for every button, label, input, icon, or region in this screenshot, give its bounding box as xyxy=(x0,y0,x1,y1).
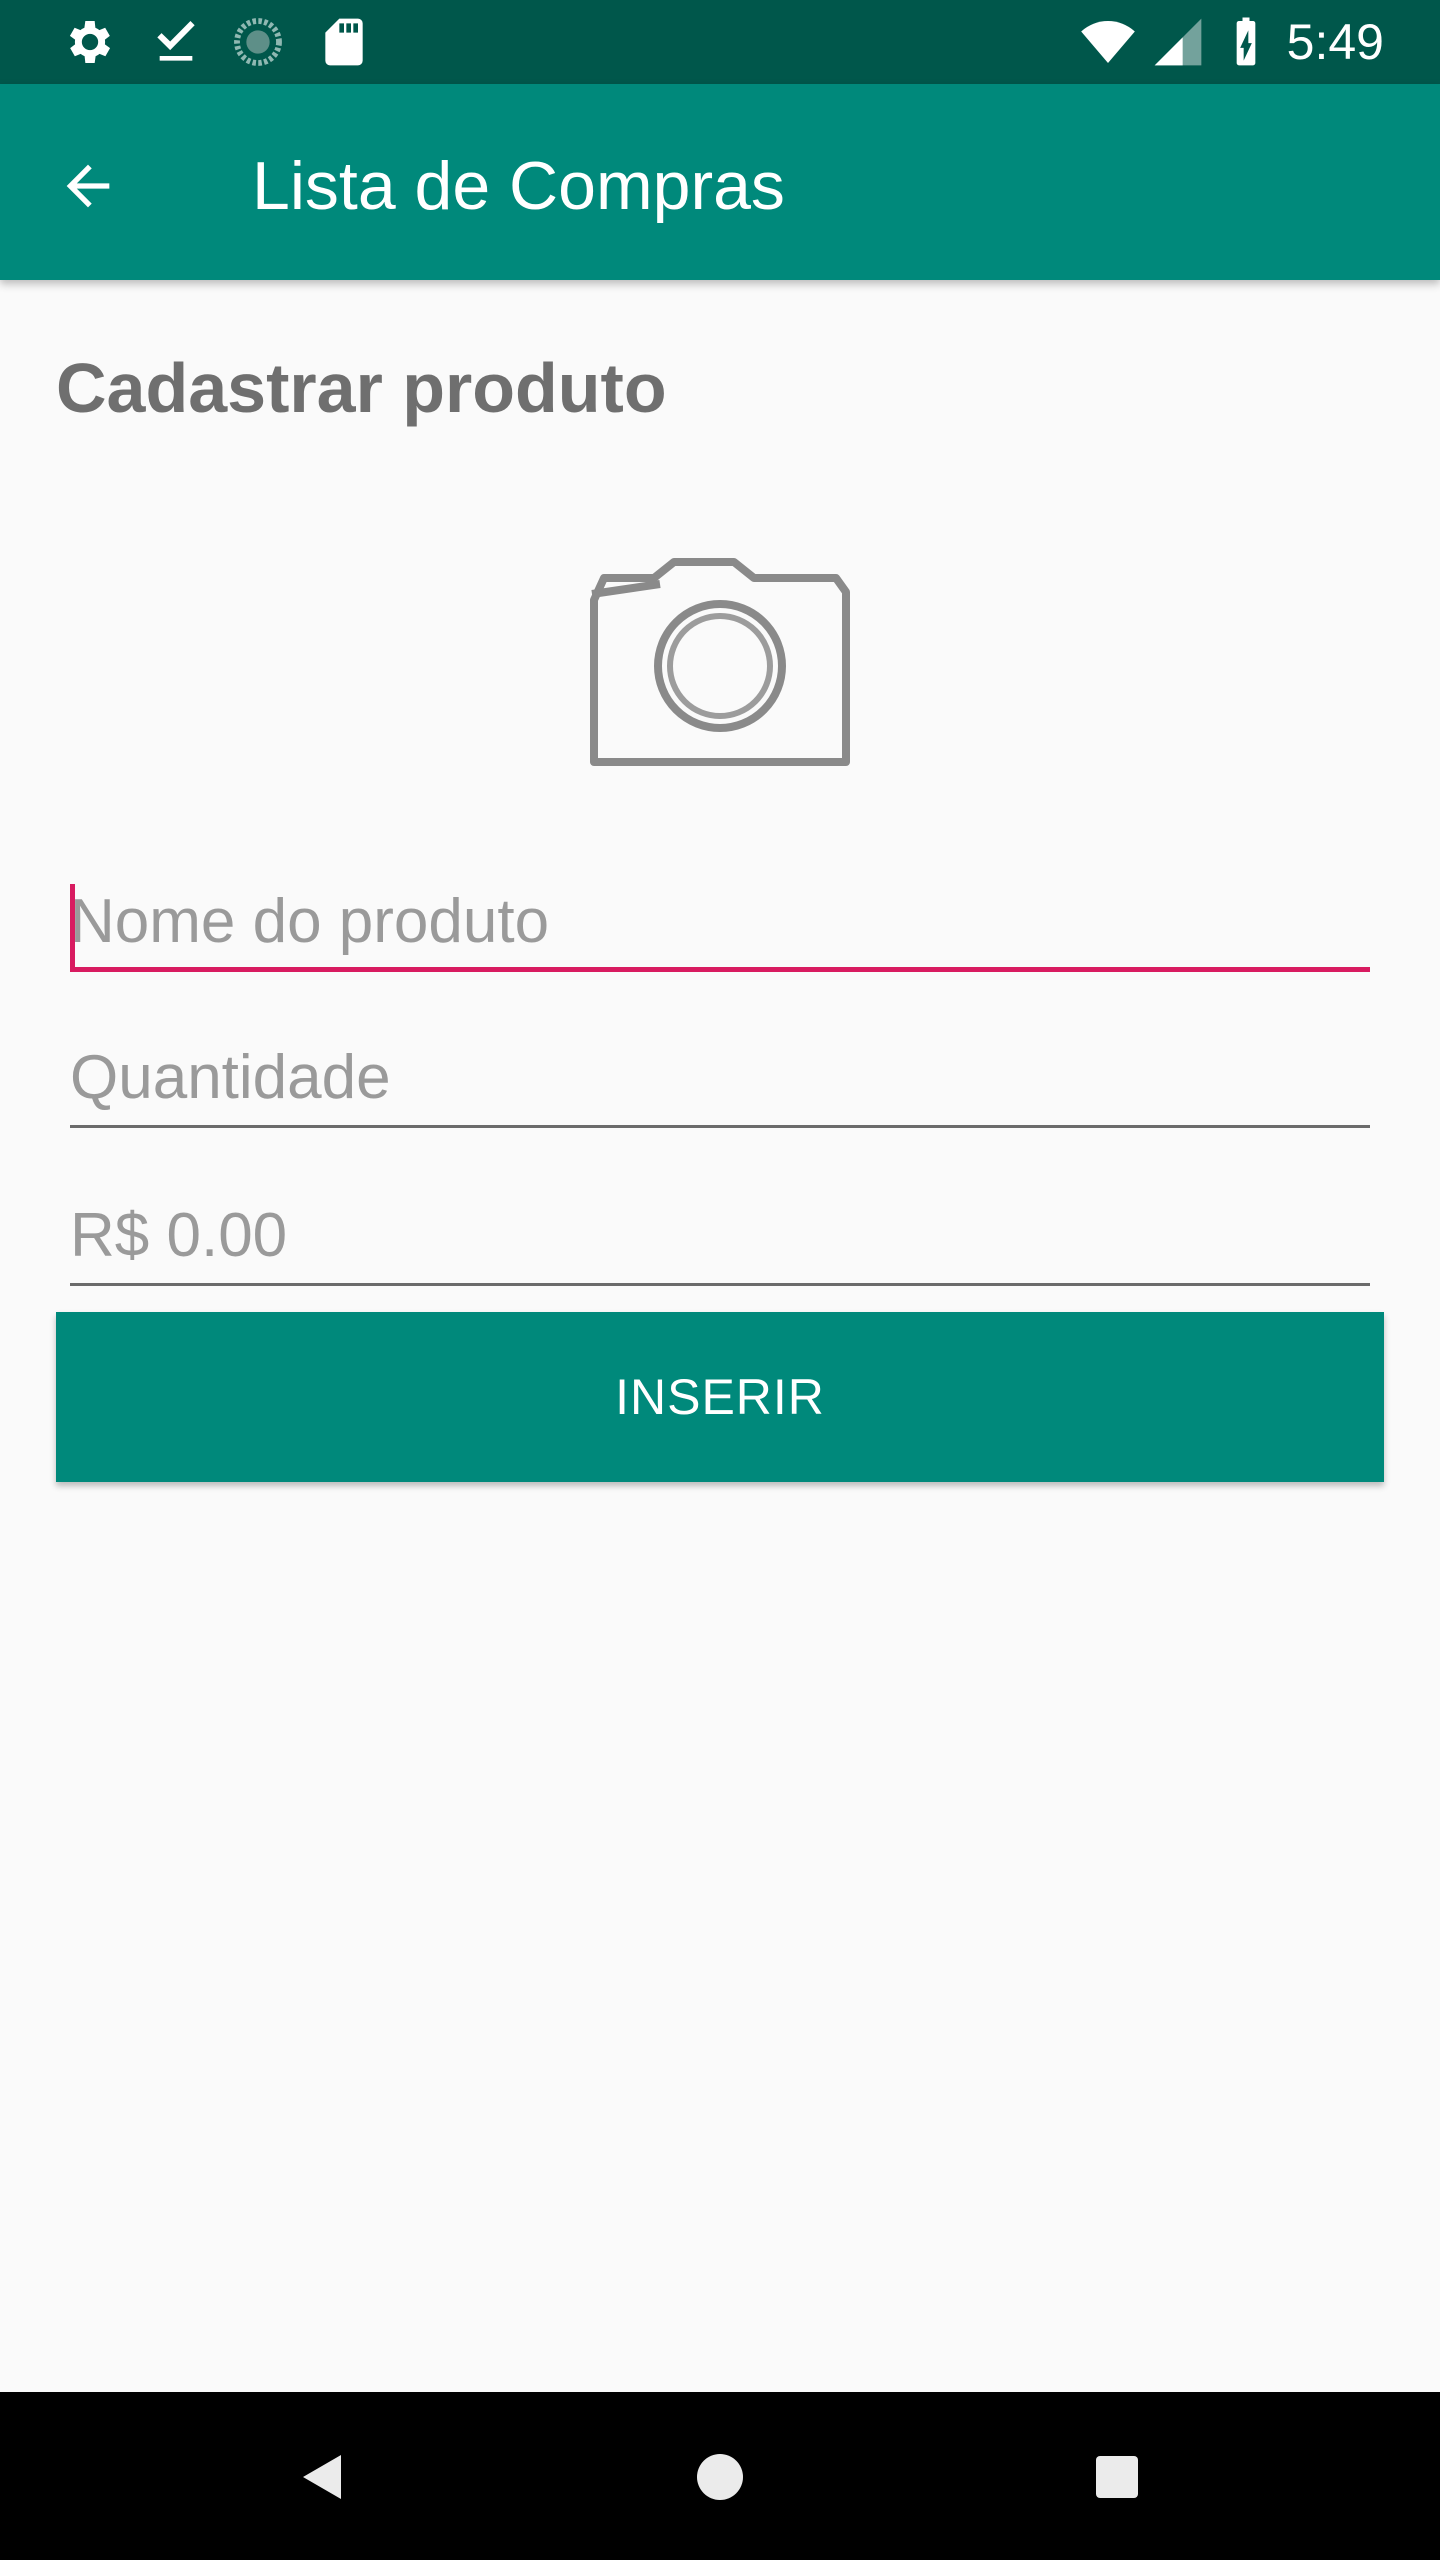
nav-back-button[interactable] xyxy=(276,2432,366,2522)
quantity-field[interactable] xyxy=(70,1008,1370,1128)
nav-recents-button[interactable] xyxy=(1072,2432,1162,2522)
price-underline xyxy=(70,1283,1370,1286)
text-cursor xyxy=(70,884,75,972)
product-name-field[interactable] xyxy=(70,852,1370,972)
quantity-input[interactable] xyxy=(70,1008,1370,1128)
app-bar: Lista de Compras xyxy=(0,84,1440,280)
recents-square-icon xyxy=(1096,2456,1138,2498)
wifi-icon xyxy=(1081,21,1135,63)
product-name-input[interactable] xyxy=(70,852,1370,972)
price-input[interactable] xyxy=(70,1166,1370,1286)
download-done-icon xyxy=(157,21,195,61)
arrow-back-icon xyxy=(66,164,110,208)
sync-circle-icon xyxy=(234,18,282,66)
settings-icon xyxy=(69,21,111,63)
back-triangle-icon xyxy=(303,2455,341,2499)
battery-charging-icon xyxy=(1236,17,1256,66)
navigation-bar xyxy=(0,2392,1440,2560)
nav-home-button[interactable] xyxy=(675,2432,765,2522)
back-button[interactable] xyxy=(40,138,136,234)
app-title: Lista de Compras xyxy=(252,148,785,224)
product-name-underline xyxy=(70,967,1370,972)
home-circle-icon xyxy=(697,2454,743,2500)
camera-icon[interactable] xyxy=(584,548,856,770)
signal-icon xyxy=(1154,18,1202,66)
quantity-underline xyxy=(70,1125,1370,1128)
section-title: Cadastrar produto xyxy=(56,349,667,427)
insert-button[interactable]: INSERIR xyxy=(56,1312,1384,1482)
sd-card-icon xyxy=(325,18,363,66)
price-field[interactable] xyxy=(70,1166,1370,1286)
status-time: 5:49 xyxy=(1286,14,1384,70)
status-bar: 5:49 xyxy=(0,0,1440,84)
